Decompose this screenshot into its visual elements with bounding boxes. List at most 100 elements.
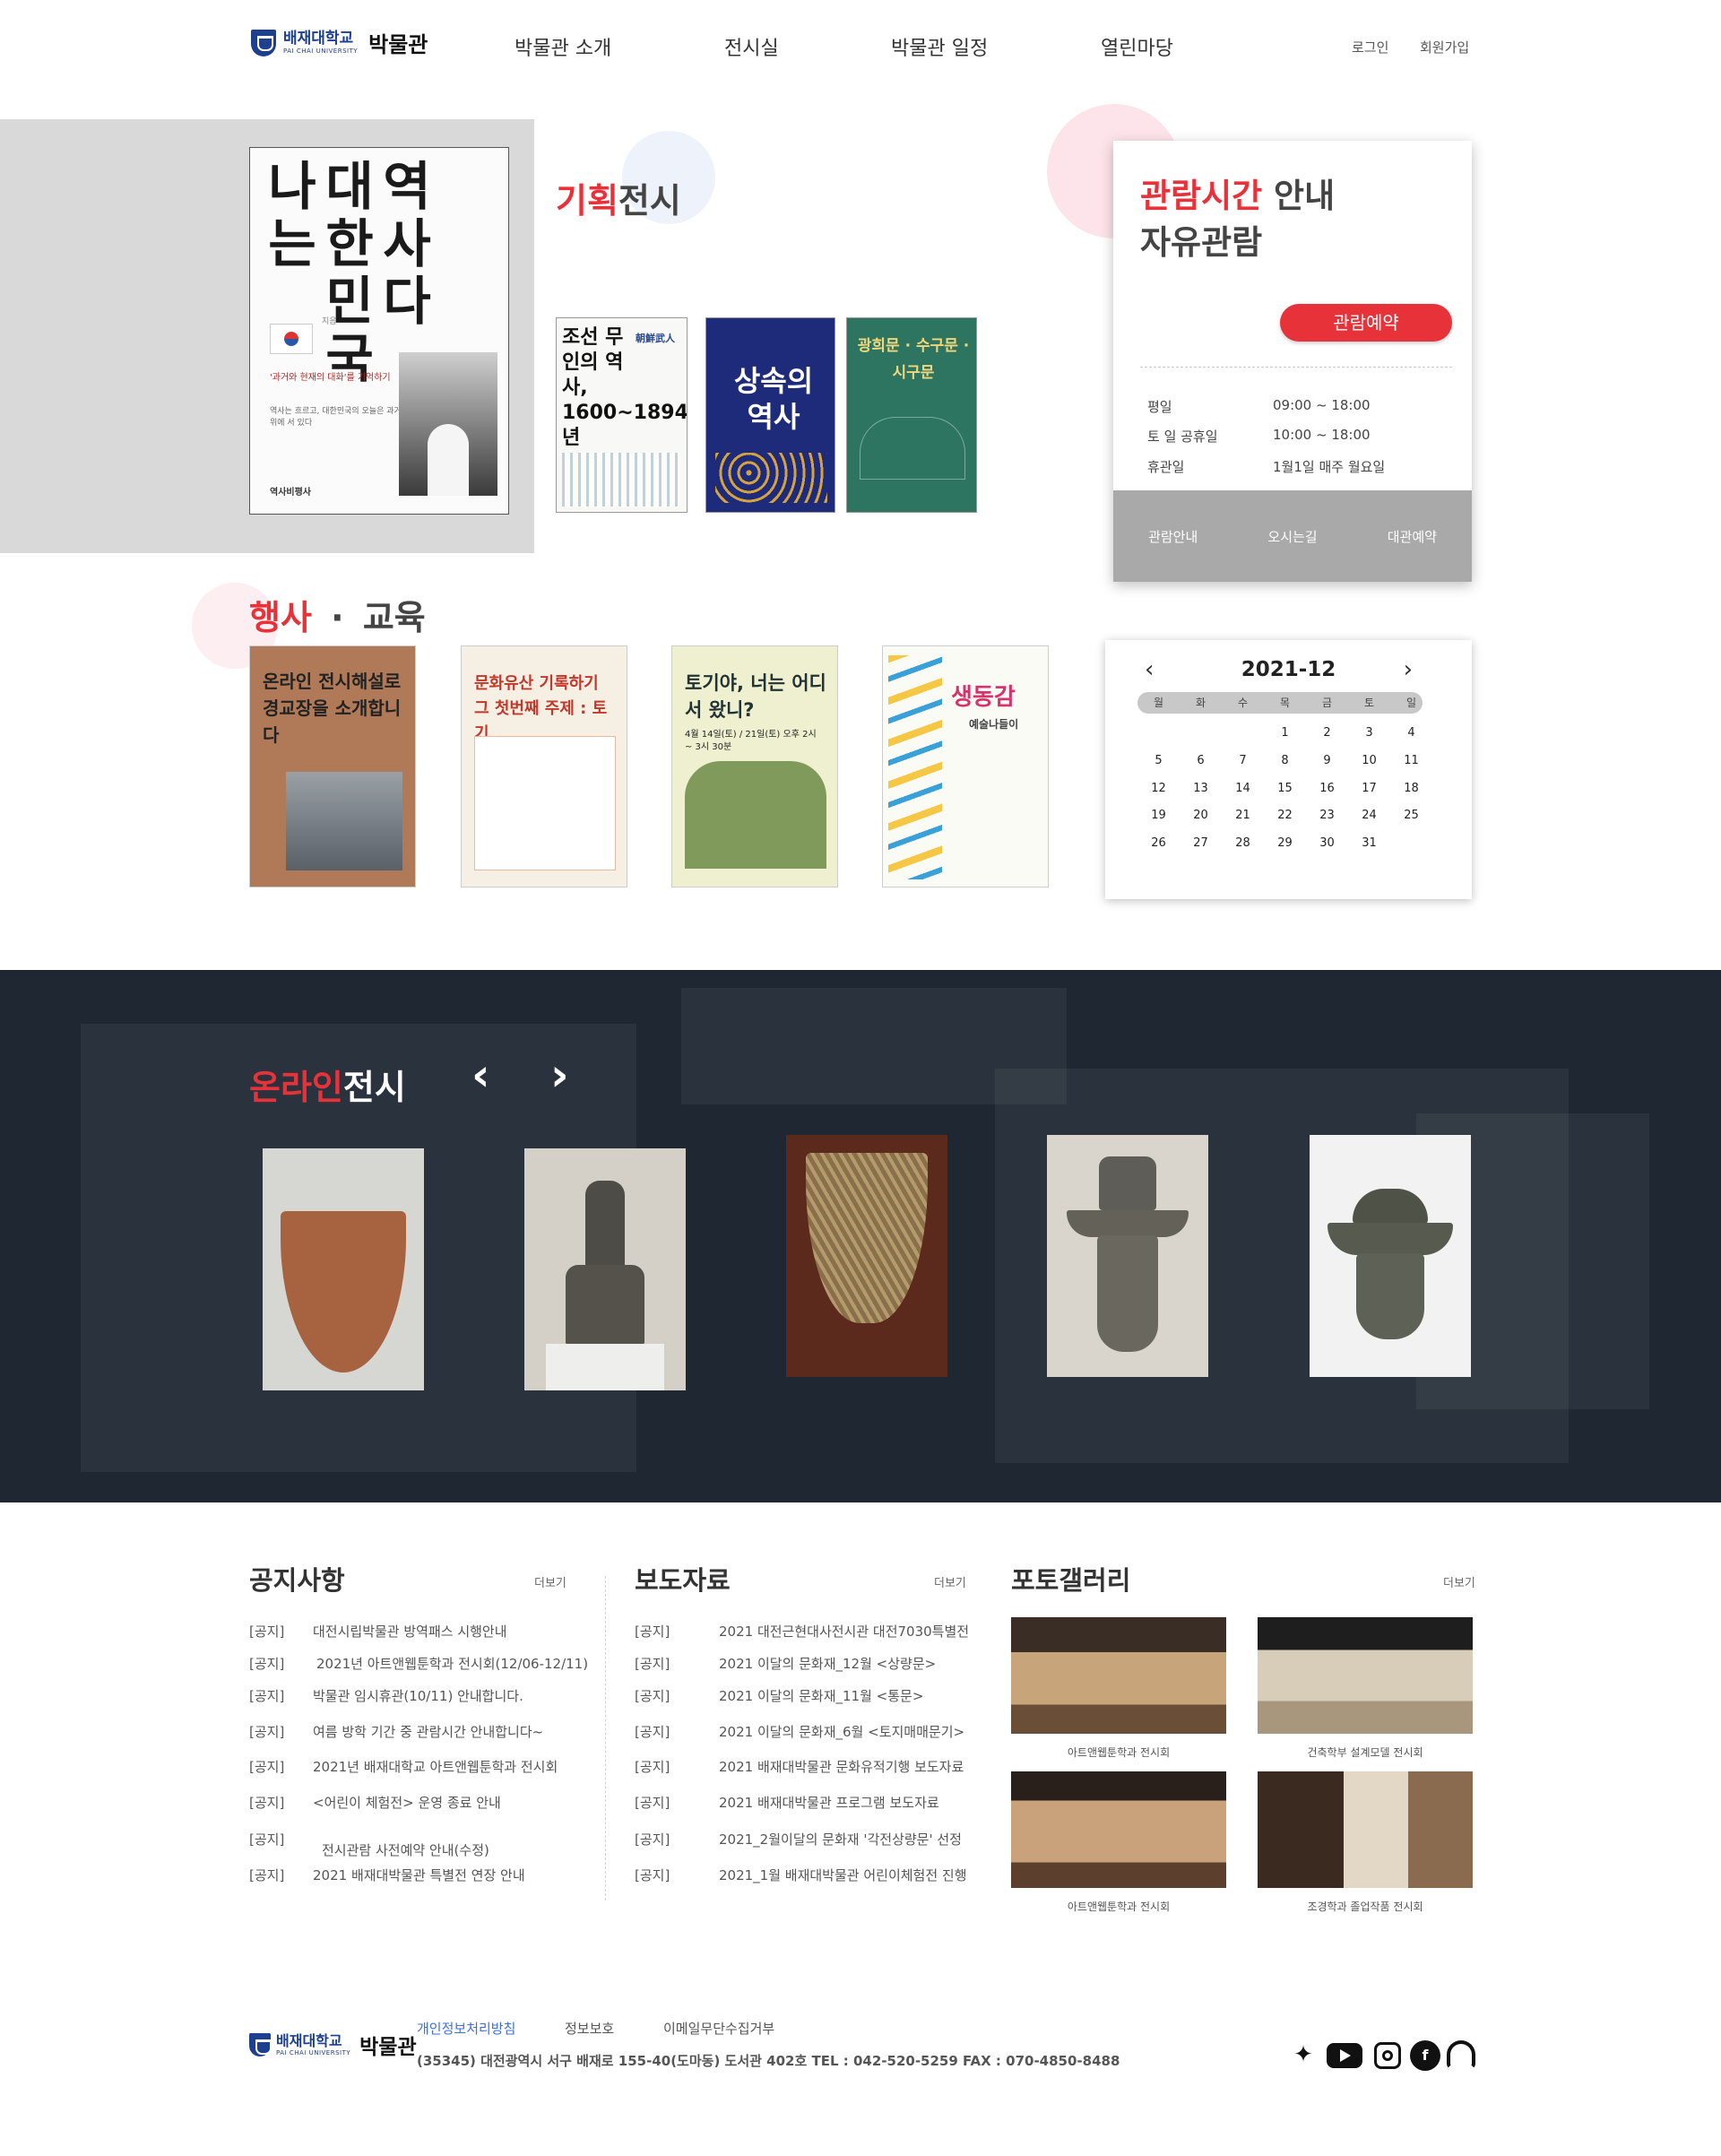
calendar-day[interactable]: 24 xyxy=(1348,805,1390,833)
calendar-day[interactable]: 26 xyxy=(1137,833,1180,861)
footer-logo[interactable]: 배재대학교 PAI CHAI UNIVERSITY 박물관 xyxy=(249,2030,417,2060)
calendar-day[interactable]: 17 xyxy=(1348,778,1390,806)
gallery-caption-1: 아트앤웹툰학과 전시회 xyxy=(1067,1746,1171,1759)
calendar-day[interactable]: 28 xyxy=(1222,833,1264,861)
notices-item-tag: [공지] xyxy=(249,1623,285,1640)
logo-museum-name: 박물관 xyxy=(368,32,428,57)
headset-icon[interactable] xyxy=(1447,2040,1475,2069)
featured-book-cover[interactable]: 나대역 는한사 민다 국 지음 '과거와 현재의 대화'를 기억하기 역사는 흐… xyxy=(249,147,509,515)
press-item-link[interactable]: 2021 이달의 문화재_12월 <상량문> xyxy=(719,1654,936,1673)
online-prev-arrow-icon[interactable]: ‹ xyxy=(471,1049,490,1101)
press-item-link[interactable]: 2021 대전근현대사전시관 대전7030특별전 xyxy=(719,1622,969,1641)
calendar-day[interactable]: 3 xyxy=(1348,723,1390,750)
nav-open-forum[interactable]: 열린마당 xyxy=(1101,32,1173,61)
visit-reservation-button[interactable]: 관람예약 xyxy=(1280,304,1452,342)
calendar-day[interactable]: 18 xyxy=(1390,778,1432,806)
calendar-day[interactable]: 10 xyxy=(1348,750,1390,778)
calendar-day[interactable]: 8 xyxy=(1264,750,1306,778)
calendar-day[interactable]: 31 xyxy=(1348,833,1390,861)
event-poster-heritage-recording[interactable]: 문화유산 기록하기 그 첫번째 주제 : 토기 xyxy=(461,645,627,888)
event-poster-saengdonggam[interactable]: 생동감 예술나들이 xyxy=(882,645,1049,888)
notices-item-tag: [공지] xyxy=(249,1656,285,1672)
online-next-arrow-icon[interactable]: › xyxy=(550,1049,569,1101)
visit-guide-link[interactable]: 관람안내 xyxy=(1148,527,1198,546)
gallery-more-link[interactable]: 더보기 xyxy=(1443,1573,1475,1590)
directions-link[interactable]: 오시는길 xyxy=(1267,527,1317,546)
notices-item-link[interactable]: 2021년 아트앤웹툰학과 전시회(12/06-12/11) xyxy=(316,1654,588,1673)
artifact-comb-pattern-pot[interactable] xyxy=(263,1148,424,1390)
calendar-day[interactable]: 2 xyxy=(1306,723,1348,750)
exhibition-poster-joseon-military[interactable]: 조선 무인의 역사, 1600~1894년 朝鮮武人 xyxy=(556,317,688,513)
calendar-day[interactable]: 1 xyxy=(1264,723,1306,750)
info-security-link[interactable]: 정보보호 xyxy=(565,2019,614,2038)
artifact-mounted-dish[interactable] xyxy=(1047,1135,1208,1377)
email-refusal-link[interactable]: 이메일무단수집거부 xyxy=(663,2019,774,2038)
calendar-day[interactable]: 19 xyxy=(1137,805,1180,833)
calendar-day[interactable]: 29 xyxy=(1264,833,1306,861)
site-logo[interactable]: 배재대학교 PAI CHAI UNIVERSITY 박물관 xyxy=(251,27,428,58)
notices-more-link[interactable]: 더보기 xyxy=(534,1573,566,1590)
privacy-policy-link[interactable]: 개인정보처리방침 xyxy=(417,2019,515,2038)
visiting-hours-title: 관람시간 안내 자유관람 xyxy=(1140,177,1336,262)
calendar-next-button[interactable]: › xyxy=(1404,656,1413,683)
nav-exhibition-halls[interactable]: 전시실 xyxy=(724,32,779,61)
exhibition-poster-inheritance-history[interactable]: 상속의 역사 xyxy=(705,317,835,513)
calendar-day[interactable]: 4 xyxy=(1390,723,1432,750)
visiting-hours-card: 관람시간 안내 자유관람 관람예약 평일 09:00 ~ 18:00 토 일 공… xyxy=(1113,141,1472,582)
calendar-day[interactable]: 15 xyxy=(1264,778,1306,806)
artifact-pottery-stand[interactable] xyxy=(524,1148,686,1390)
notices-item-link[interactable]: <어린이 체험전> 운영 종료 안내 xyxy=(313,1793,501,1812)
gallery-photo-4[interactable] xyxy=(1258,1771,1473,1888)
calendar-day[interactable]: 13 xyxy=(1180,778,1222,806)
venue-rental-link[interactable]: 대관예약 xyxy=(1388,527,1437,546)
gallery-photo-1[interactable] xyxy=(1011,1617,1226,1734)
calendar-day[interactable]: 27 xyxy=(1180,833,1222,861)
calendar-day[interactable]: 21 xyxy=(1222,805,1264,833)
notices-item-tag: [공지] xyxy=(249,1795,285,1811)
artifact-comb-pattern-pot-2[interactable] xyxy=(786,1135,947,1377)
event-poster-pottery-origin[interactable]: 토기야, 너는 어디서 왔니? 4월 14일(토) / 21일(토) 오후 2시… xyxy=(671,645,838,888)
gallery-photo-2[interactable] xyxy=(1258,1617,1473,1734)
facebook-icon[interactable]: f xyxy=(1410,2040,1440,2071)
calendar-day[interactable]: 5 xyxy=(1137,750,1180,778)
twitter-icon[interactable]: ✦ xyxy=(1288,2039,1319,2070)
signup-link[interactable]: 회원가입 xyxy=(1420,38,1469,56)
press-item-link[interactable]: 2021_1월 배재대박물관 어린이체험전 진행 xyxy=(719,1866,967,1884)
notices-item-link[interactable]: 전시관람 사전예약 안내(수정) xyxy=(322,1840,489,1859)
calendar-day[interactable]: 9 xyxy=(1306,750,1348,778)
notices-item-link[interactable]: 대전시립박물관 방역패스 시행안내 xyxy=(313,1622,507,1641)
press-item-link[interactable]: 2021 이달의 문화재_6월 <토지매매문기> xyxy=(719,1722,964,1741)
notices-item-link[interactable]: 2021 배재대박물관 특별전 연장 안내 xyxy=(313,1866,525,1884)
nav-museum-schedule[interactable]: 박물관 일정 xyxy=(891,32,988,61)
calendar-day[interactable]: 25 xyxy=(1390,805,1432,833)
calendar-day[interactable]: 14 xyxy=(1222,778,1264,806)
calendar-day[interactable]: 20 xyxy=(1180,805,1222,833)
notices-item-link[interactable]: 박물관 임시휴관(10/11) 안내합니다. xyxy=(313,1686,523,1705)
university-shield-icon xyxy=(251,29,276,56)
calendar-day[interactable]: 7 xyxy=(1222,750,1264,778)
youtube-icon[interactable] xyxy=(1327,2043,1362,2068)
notices-item-link[interactable]: 2021년 배재대학교 아트앤웹툰학과 전시회 xyxy=(313,1757,558,1776)
event-poster-online-commentary[interactable]: 온라인 전시해설로 경교장을 소개합니다 xyxy=(249,645,416,888)
gallery-photo-3[interactable] xyxy=(1011,1771,1226,1888)
calendar-day[interactable]: 23 xyxy=(1306,805,1348,833)
artifact-lidded-mounted-dish[interactable] xyxy=(1310,1135,1471,1377)
calendar-day[interactable]: 6 xyxy=(1180,750,1222,778)
press-item-link[interactable]: 2021 배재대박물관 문화유적기행 보도자료 xyxy=(719,1757,964,1776)
calendar-day[interactable]: 30 xyxy=(1306,833,1348,861)
press-item-link[interactable]: 2021_2월이달의 문화재 '각전상량문' 선정 xyxy=(719,1830,962,1849)
instagram-icon[interactable] xyxy=(1374,2042,1401,2069)
online-exhibition-title: 온라인전시 xyxy=(249,1068,406,1107)
logo-university-name: 배재대학교 xyxy=(283,29,354,48)
login-link[interactable]: 로그인 xyxy=(1352,38,1388,56)
notices-item-link[interactable]: 여름 방학 기간 중 관람시간 안내합니다~ xyxy=(313,1722,543,1741)
calendar-day[interactable]: 11 xyxy=(1390,750,1432,778)
exhibition-poster-gwanghuimun[interactable]: 광희문 · 수구문 · 시구문 xyxy=(846,317,977,513)
calendar-day[interactable]: 16 xyxy=(1306,778,1348,806)
press-more-link[interactable]: 더보기 xyxy=(934,1573,966,1590)
nav-museum-intro[interactable]: 박물관 소개 xyxy=(515,32,611,61)
calendar-day[interactable]: 22 xyxy=(1264,805,1306,833)
press-item-link[interactable]: 2021 이달의 문화재_11월 <통문> xyxy=(719,1686,923,1705)
calendar-day[interactable]: 12 xyxy=(1137,778,1180,806)
press-item-link[interactable]: 2021 배재대박물관 프로그램 보도자료 xyxy=(719,1793,939,1812)
